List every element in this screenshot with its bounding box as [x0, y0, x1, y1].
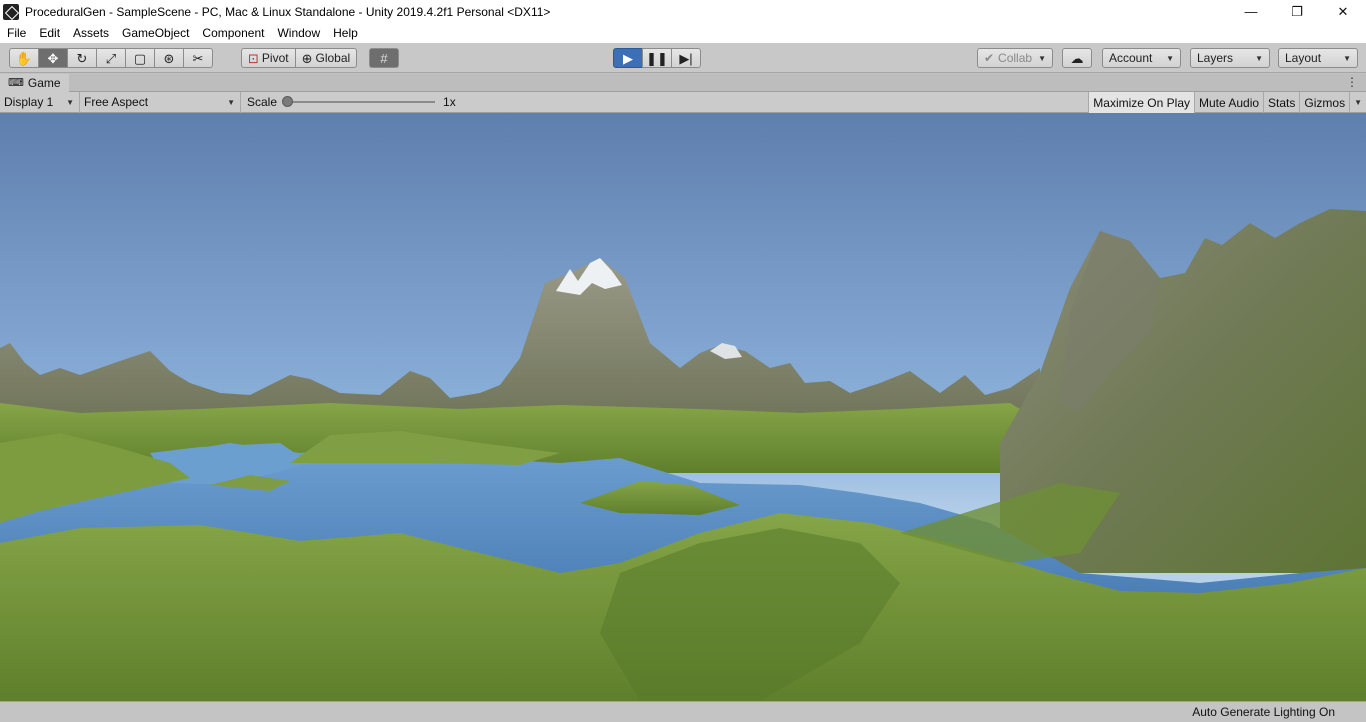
maximize-on-play-toggle[interactable]: Maximize On Play — [1088, 92, 1194, 113]
pause-icon: ❚❚ — [646, 50, 668, 66]
chevron-down-icon: ▼ — [1166, 53, 1174, 63]
tools-icon: ✂ — [192, 50, 204, 66]
layers-dropdown[interactable]: Layers ▼ — [1190, 48, 1270, 68]
tab-game-label: Game — [27, 75, 61, 90]
collab-label: Collab — [998, 51, 1033, 65]
menu-edit[interactable]: Edit — [39, 26, 60, 40]
globe-icon: ⊕ — [301, 50, 313, 66]
layout-dropdown[interactable]: Layout ▼ — [1278, 48, 1358, 68]
gizmos-dropdown[interactable]: ▼ — [1349, 92, 1366, 113]
global-label: Global — [315, 51, 351, 65]
step-icon: ▶| — [679, 50, 693, 66]
play-button[interactable]: ▶ — [613, 48, 643, 68]
grid-icon: # — [380, 50, 388, 66]
layers-group: Layers ▼ — [1190, 48, 1270, 68]
move-icon: ✥ — [47, 50, 59, 66]
chevron-down-icon: ▼ — [1038, 53, 1046, 63]
status-bar: Auto Generate Lighting On — [0, 701, 1366, 722]
pivot-controls: ⊡ Pivot ⊕ Global — [241, 48, 358, 68]
menu-component[interactable]: Component — [202, 26, 264, 40]
scale-icon: ⤢ — [105, 50, 117, 66]
mute-audio-toggle[interactable]: Mute Audio — [1194, 92, 1263, 113]
window-title: ProceduralGen - SampleScene - PC, Mac & … — [25, 4, 551, 19]
aspect-dropdown[interactable]: Free Aspect ▼ — [80, 91, 241, 113]
layout-group: Layout ▼ — [1278, 48, 1358, 68]
gamepad-icon: ⌨ — [8, 77, 24, 89]
hand-icon: ✋ — [15, 50, 33, 66]
game-tab-bar: ⌨ Game ⋮ — [0, 73, 1366, 92]
window-controls: — ❐ ✕ — [1228, 0, 1366, 23]
game-view-viewport[interactable] — [0, 113, 1366, 701]
hand-tool-button[interactable]: ✋ — [9, 48, 39, 68]
pivot-icon: ⊡ — [248, 50, 259, 66]
title-bar: ProceduralGen - SampleScene - PC, Mac & … — [0, 0, 1366, 23]
scale-tool-button[interactable]: ⤢ — [96, 48, 126, 68]
display-label: Display 1 — [4, 95, 54, 109]
menu-file[interactable]: File — [7, 26, 26, 40]
grid-snap-button[interactable]: # — [369, 48, 399, 68]
transform-tool-button[interactable]: ⊛ — [154, 48, 184, 68]
pivot-label: Pivot — [261, 51, 289, 65]
terrain-scene — [0, 209, 1366, 701]
menu-gameobject[interactable]: GameObject — [122, 26, 189, 40]
step-button[interactable]: ▶| — [671, 48, 701, 68]
cloud-group: ☁ — [1062, 48, 1092, 68]
transform-icon: ⊛ — [163, 50, 175, 66]
aspect-label: Free Aspect — [84, 95, 149, 109]
close-button[interactable]: ✕ — [1320, 0, 1366, 23]
chevron-down-icon: ▼ — [1255, 53, 1263, 63]
game-view-controls: Display 1 ▼ Free Aspect ▼ Scale 1x Maxim… — [0, 91, 1366, 113]
tab-menu-icon[interactable]: ⋮ — [1346, 75, 1358, 89]
collab-group: ✔ Collab ▼ — [977, 48, 1053, 68]
main-toolbar: ✋ ✥ ↻ ⤢ ▢ ⊛ ✂ ⊡ Pivot ⊕ Global # ▶ ❚❚ ▶|… — [0, 43, 1366, 73]
check-icon: ✔ — [984, 51, 995, 65]
collab-dropdown[interactable]: ✔ Collab ▼ — [977, 48, 1053, 68]
rotate-icon: ↻ — [76, 50, 88, 66]
account-dropdown[interactable]: Account ▼ — [1102, 48, 1181, 68]
account-group: Account ▼ — [1102, 48, 1181, 68]
stats-toggle[interactable]: Stats — [1263, 92, 1299, 113]
scale-slider-handle[interactable] — [282, 96, 294, 107]
layout-label: Layout — [1285, 51, 1322, 65]
display-dropdown[interactable]: Display 1 ▼ — [0, 91, 80, 113]
tab-game[interactable]: ⌨ Game — [0, 73, 69, 92]
rect-icon: ▢ — [133, 50, 147, 66]
game-view-toggles: Maximize On Play Mute Audio Stats Gizmos… — [1088, 92, 1366, 113]
rotate-tool-button[interactable]: ↻ — [67, 48, 97, 68]
custom-tool-button[interactable]: ✂ — [183, 48, 213, 68]
chevron-down-icon: ▼ — [66, 97, 74, 107]
chevron-down-icon: ▼ — [227, 97, 235, 107]
status-text: Auto Generate Lighting On — [1192, 705, 1335, 719]
unity-logo-icon — [3, 3, 19, 20]
play-controls: ▶ ❚❚ ▶| — [613, 48, 701, 68]
menu-window[interactable]: Window — [277, 26, 320, 40]
layers-label: Layers — [1197, 51, 1234, 65]
pivot-button[interactable]: ⊡ Pivot — [241, 48, 296, 68]
menu-help[interactable]: Help — [333, 26, 358, 40]
grid-snap-group: # — [369, 48, 399, 68]
play-icon: ▶ — [623, 50, 633, 66]
cloud-icon: ☁ — [1070, 50, 1084, 66]
minimize-button[interactable]: — — [1228, 0, 1274, 23]
chevron-down-icon: ▼ — [1354, 98, 1362, 107]
menu-assets[interactable]: Assets — [73, 26, 109, 40]
cloud-button[interactable]: ☁ — [1062, 48, 1092, 68]
move-tool-button[interactable]: ✥ — [38, 48, 68, 68]
global-button[interactable]: ⊕ Global — [294, 48, 358, 68]
chevron-down-icon: ▼ — [1343, 53, 1351, 63]
menu-bar: File Edit Assets GameObject Component Wi… — [0, 23, 1366, 43]
scale-control: Scale 1x — [241, 92, 456, 113]
scale-label: Scale — [247, 95, 278, 109]
scale-slider[interactable] — [282, 96, 436, 107]
transform-tools: ✋ ✥ ↻ ⤢ ▢ ⊛ ✂ — [9, 48, 213, 68]
scale-value: 1x — [443, 95, 456, 109]
pause-button[interactable]: ❚❚ — [642, 48, 672, 68]
restore-button[interactable]: ❐ — [1274, 0, 1320, 23]
gizmos-toggle[interactable]: Gizmos — [1299, 92, 1349, 113]
account-label: Account — [1109, 51, 1153, 65]
rect-tool-button[interactable]: ▢ — [125, 48, 155, 68]
